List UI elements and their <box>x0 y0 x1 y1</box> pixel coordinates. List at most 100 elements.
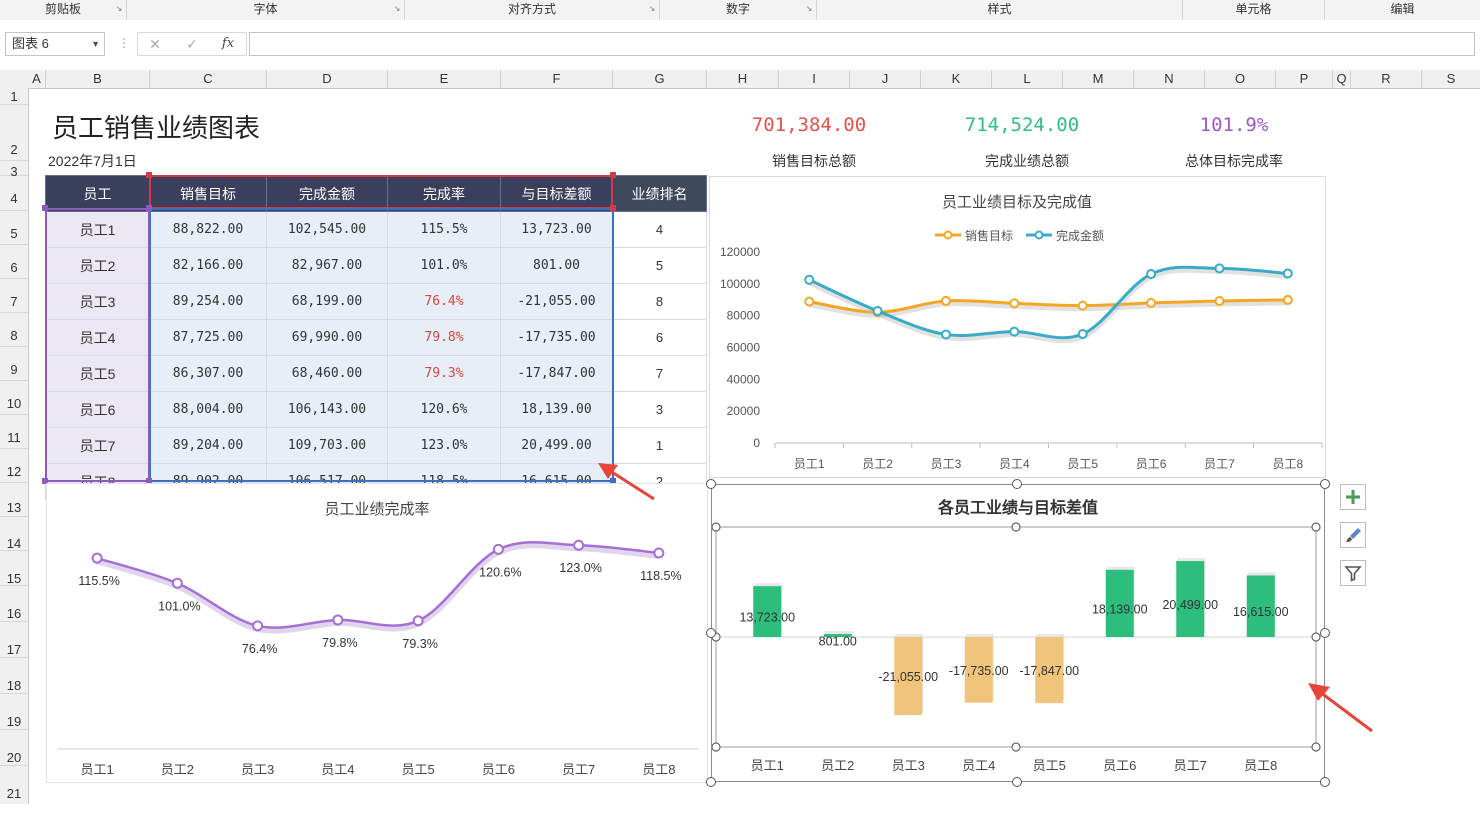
dialog-launcher-icon[interactable]: ↘ <box>805 5 813 13</box>
series-point[interactable] <box>1009 326 1020 337</box>
chart-resize-handle[interactable] <box>706 777 716 787</box>
row-header[interactable]: 14 <box>0 517 28 551</box>
series-point[interactable] <box>1214 296 1225 307</box>
more-options-icon[interactable]: ⋮ <box>118 36 130 50</box>
check-icon[interactable]: ✓ <box>178 32 206 56</box>
selection-handle[interactable] <box>610 205 616 211</box>
cell-rank[interactable]: 8 <box>612 283 707 320</box>
plot-area-handle[interactable] <box>1011 742 1021 752</box>
column-header[interactable]: M <box>1063 70 1134 88</box>
series-point[interactable] <box>940 329 951 340</box>
column-header[interactable]: Q <box>1333 70 1351 88</box>
row-header[interactable]: 8 <box>0 313 28 347</box>
chart-resize-handle[interactable] <box>1320 479 1330 489</box>
series-point[interactable] <box>332 614 344 626</box>
row-header[interactable]: 1 <box>0 88 28 105</box>
selection-handle[interactable] <box>146 172 152 178</box>
series-point[interactable] <box>91 552 103 564</box>
column-header[interactable]: D <box>267 70 388 88</box>
series-point[interactable] <box>940 295 951 306</box>
series-point[interactable] <box>1282 294 1293 305</box>
column-header[interactable]: G <box>613 70 707 88</box>
row-header[interactable]: 20 <box>0 730 28 766</box>
row-header[interactable]: 5 <box>0 211 28 245</box>
column-header[interactable]: A <box>28 70 46 88</box>
series-point[interactable] <box>872 305 883 316</box>
column-header[interactable]: E <box>388 70 501 88</box>
row-header[interactable]: 10 <box>0 381 28 415</box>
row-header[interactable]: 3 <box>0 161 28 179</box>
column-header[interactable]: C <box>150 70 267 88</box>
series-point[interactable] <box>1214 263 1225 274</box>
chart-resize-handle[interactable] <box>1320 777 1330 787</box>
series-point[interactable] <box>1077 300 1088 311</box>
selection-handle[interactable] <box>146 205 152 211</box>
kpi-overall-rate-label[interactable]: 总体目标完成率 <box>1134 151 1334 171</box>
row-header[interactable]: 18 <box>0 658 28 694</box>
dialog-launcher-icon[interactable]: ↘ <box>393 5 401 13</box>
column-header[interactable]: L <box>992 70 1063 88</box>
header-employee[interactable]: 员工 <box>45 175 150 212</box>
row-header[interactable]: 21 <box>0 766 28 804</box>
row-header[interactable]: 17 <box>0 622 28 658</box>
series-point[interactable] <box>573 539 585 551</box>
chart-resize-handle[interactable] <box>706 479 716 489</box>
row-header[interactable]: 12 <box>0 449 28 483</box>
plot-area-handle[interactable] <box>712 742 721 752</box>
chart-target-vs-actual[interactable]: 员工业绩目标及完成值 销售目标 完成金额 0 20000 40000 60000 80000… <box>709 176 1326 478</box>
plot-area-handle[interactable] <box>1011 522 1021 532</box>
row-header[interactable]: 19 <box>0 694 28 730</box>
series-point[interactable] <box>1146 269 1157 280</box>
series-point[interactable] <box>1146 297 1157 308</box>
column-header[interactable]: B <box>46 70 150 88</box>
plot-area-handle[interactable] <box>1311 632 1321 642</box>
cell-rank[interactable]: 6 <box>612 319 707 356</box>
kpi-overall-rate-value[interactable]: 101.9% <box>1134 114 1334 136</box>
series-point[interactable] <box>1282 268 1293 279</box>
chart-resize-handle[interactable] <box>1012 777 1022 787</box>
series-point[interactable] <box>412 615 424 627</box>
chart-target-difference[interactable]: 各员工业绩与目标差值 13,723.00 801.00 -21,055.00 -17,… <box>711 484 1325 782</box>
series-point[interactable] <box>252 620 264 632</box>
kpi-target-total-label[interactable]: 销售目标总额 <box>714 151 914 171</box>
column-header[interactable]: R <box>1351 70 1422 88</box>
dialog-launcher-icon[interactable]: ↘ <box>115 5 123 13</box>
series-point[interactable] <box>653 547 665 559</box>
column-header[interactable]: H <box>707 70 779 88</box>
kpi-actual-total-value[interactable]: 714,524.00 <box>922 114 1122 136</box>
row-header[interactable]: 2 <box>0 105 28 161</box>
chart-resize-handle[interactable] <box>1320 628 1330 638</box>
series-point[interactable] <box>1009 298 1020 309</box>
cell-rank[interactable]: 5 <box>612 247 707 284</box>
chart-styles-button[interactable] <box>1340 522 1366 548</box>
row-header[interactable]: 6 <box>0 245 28 279</box>
close-icon[interactable]: ✕ <box>141 32 169 56</box>
series-point[interactable] <box>171 577 183 589</box>
selection-handle[interactable] <box>42 205 48 211</box>
row-header[interactable]: 7 <box>0 279 28 313</box>
row-header[interactable]: 11 <box>0 415 28 449</box>
column-header[interactable]: K <box>921 70 992 88</box>
plot-area-handle[interactable] <box>1311 522 1321 532</box>
formula-input[interactable] <box>249 32 1475 56</box>
kpi-actual-total-label[interactable]: 完成业绩总额 <box>927 151 1127 171</box>
plot-area-handle[interactable] <box>712 522 721 532</box>
column-header[interactable]: J <box>850 70 921 88</box>
series-point[interactable] <box>804 274 815 285</box>
cell-rank[interactable]: 4 <box>612 211 707 248</box>
report-date[interactable]: 2022年7月1日 <box>48 151 137 171</box>
cell-rank[interactable]: 7 <box>612 355 707 392</box>
column-header[interactable]: N <box>1134 70 1205 88</box>
selection-handle[interactable] <box>610 172 616 178</box>
column-header[interactable]: S <box>1422 70 1480 88</box>
header-rank[interactable]: 业绩排名 <box>612 175 707 212</box>
chevron-down-icon[interactable]: ▼ <box>91 33 100 55</box>
kpi-target-total-value[interactable]: 701,384.00 <box>709 114 909 136</box>
series-point[interactable] <box>804 296 815 307</box>
row-header[interactable]: 16 <box>0 586 28 622</box>
chart-resize-handle[interactable] <box>1012 479 1022 489</box>
cell-rank[interactable]: 3 <box>612 391 707 428</box>
row-header[interactable]: 4 <box>0 176 28 211</box>
column-header[interactable]: I <box>779 70 850 88</box>
sheet-title[interactable]: 员工销售业绩图表 <box>52 108 260 145</box>
